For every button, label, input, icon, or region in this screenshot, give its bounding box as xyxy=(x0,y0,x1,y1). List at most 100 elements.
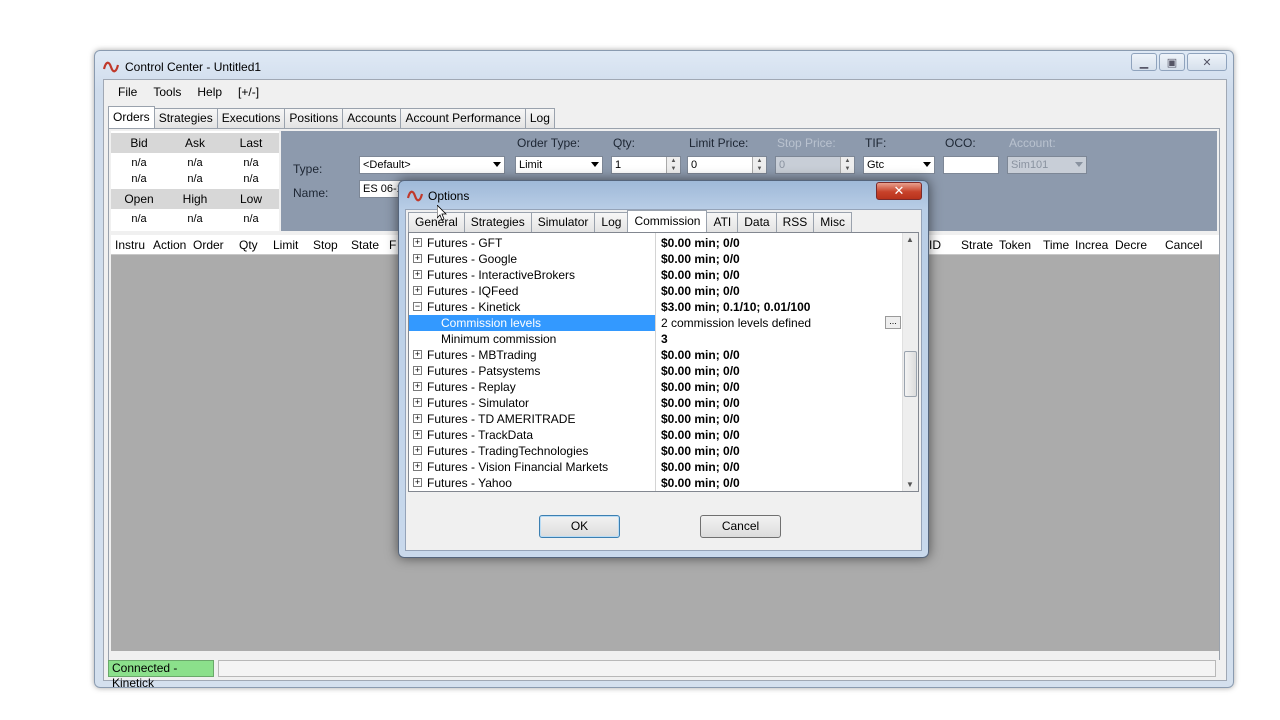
expand-icon[interactable]: + xyxy=(413,286,422,295)
commission-category-row[interactable]: Futures - Yahoo + $0.00 min; 0/0 xyxy=(409,475,903,491)
tab-misc[interactable]: Misc xyxy=(813,212,852,232)
property-value[interactable]: $0.00 min; 0/0 xyxy=(657,395,903,411)
menu-help[interactable]: Help xyxy=(189,85,230,99)
property-value[interactable]: $0.00 min; 0/0 xyxy=(657,363,903,379)
maximize-icon[interactable]: ▣ xyxy=(1159,53,1185,71)
commission-category-row[interactable]: Futures - Vision Financial Markets + $0.00… xyxy=(409,459,903,475)
property-row[interactable]: Commission levels 2 commission levels def… xyxy=(409,315,903,331)
collapse-icon[interactable]: − xyxy=(413,302,422,311)
vertical-scrollbar[interactable]: ▲ ▼ xyxy=(902,233,918,491)
col-stop[interactable]: Stop xyxy=(313,235,338,255)
commission-category-row[interactable]: Futures - MBTrading + $0.00 min; 0/0 xyxy=(409,347,903,363)
tab-accounts[interactable]: Accounts xyxy=(342,108,402,128)
tab-executions[interactable]: Executions xyxy=(216,108,286,128)
property-row[interactable]: Minimum commission 3 xyxy=(409,331,903,347)
menu-toggle[interactable]: [+/-] xyxy=(230,85,267,99)
minimize-icon[interactable]: ▁ xyxy=(1131,53,1157,71)
col-token[interactable]: Token xyxy=(999,235,1031,255)
tif-dropdown[interactable]: Gtc xyxy=(863,156,935,174)
property-value[interactable]: $0.00 min; 0/0 xyxy=(657,459,903,475)
col-qty[interactable]: Qty xyxy=(239,235,258,255)
tab-orders[interactable]: Orders xyxy=(108,106,155,128)
tab-strategies[interactable]: Strategies xyxy=(463,212,532,232)
commission-category-row[interactable]: Futures - GFT + $0.00 min; 0/0 xyxy=(409,235,903,251)
col-instrument[interactable]: Instru xyxy=(115,235,145,255)
commission-category-row[interactable]: Futures - TD AMERITRADE + $0.00 min; 0/0 xyxy=(409,411,903,427)
commission-category-row[interactable]: Futures - IQFeed + $0.00 min; 0/0 xyxy=(409,283,903,299)
tab-strategies[interactable]: Strategies xyxy=(153,108,218,128)
tab-data[interactable]: Data xyxy=(737,212,777,232)
expand-icon[interactable]: + xyxy=(413,430,422,439)
scrollbar-thumb[interactable] xyxy=(904,351,917,397)
property-value[interactable]: $0.00 min; 0/0 xyxy=(657,251,903,267)
scroll-down-icon[interactable]: ▼ xyxy=(906,480,914,489)
commission-category-row[interactable]: Futures - InteractiveBrokers + $0.00 min; … xyxy=(409,267,903,283)
expand-icon[interactable]: + xyxy=(413,446,422,455)
commission-category-row[interactable]: Futures - TradingTechnologies + $0.00 min;… xyxy=(409,443,903,459)
stop-price-stepper: 0 ▲ ▼ xyxy=(775,156,855,174)
property-value[interactable]: $0.00 min; 0/0 xyxy=(657,427,903,443)
close-icon[interactable]: ✕ xyxy=(876,182,922,200)
oco-field[interactable] xyxy=(943,156,999,174)
limit-price-stepper[interactable]: 0 ▲ ▼ xyxy=(687,156,767,174)
type-dropdown[interactable]: <Default> xyxy=(359,156,505,174)
property-value[interactable]: $0.00 min; 0/0 xyxy=(657,347,903,363)
spin-arrows-icon[interactable]: ▲ ▼ xyxy=(752,157,766,173)
col-filled[interactable]: F xyxy=(389,235,396,255)
tab-account-performance[interactable]: Account Performance xyxy=(400,108,526,128)
tab-log[interactable]: Log xyxy=(524,108,555,128)
tab-ati[interactable]: ATI xyxy=(706,212,739,232)
commission-category-row[interactable]: Futures - Kinetick − $3.00 min; 0.1/10; 0.… xyxy=(409,299,903,315)
property-value[interactable]: $0.00 min; 0/0 xyxy=(657,475,903,491)
col-strategy[interactable]: Strate xyxy=(961,235,993,255)
col-cancel[interactable]: Cancel xyxy=(1165,235,1202,255)
expand-icon[interactable]: + xyxy=(413,254,422,263)
commission-category-row[interactable]: Futures - Simulator + $0.00 min; 0/0 xyxy=(409,395,903,411)
expand-icon[interactable]: + xyxy=(413,238,422,247)
expand-icon[interactable]: + xyxy=(413,366,422,375)
ellipsis-button[interactable]: ... xyxy=(885,316,901,329)
menu-tools[interactable]: Tools xyxy=(145,85,189,99)
property-value[interactable]: 2 commission levels defined xyxy=(657,315,903,331)
ok-button[interactable]: OK xyxy=(539,515,620,538)
property-value[interactable]: $0.00 min; 0/0 xyxy=(657,379,903,395)
tab-commission[interactable]: Commission xyxy=(627,210,708,232)
expand-icon[interactable]: + xyxy=(413,270,422,279)
commission-category-row[interactable]: Futures - Google + $0.00 min; 0/0 xyxy=(409,251,903,267)
property-value[interactable]: $0.00 min; 0/0 xyxy=(657,283,903,299)
qty-stepper[interactable]: 1 ▲ ▼ xyxy=(611,156,681,174)
tab-rss[interactable]: RSS xyxy=(775,212,815,232)
menu-file[interactable]: File xyxy=(110,85,145,99)
col-order[interactable]: Order xyxy=(193,235,224,255)
col-id[interactable]: ID xyxy=(929,235,941,255)
property-value[interactable]: $0.00 min; 0/0 xyxy=(657,443,903,459)
commission-category-row[interactable]: Futures - Replay + $0.00 min; 0/0 xyxy=(409,379,903,395)
scroll-up-icon[interactable]: ▲ xyxy=(906,235,914,244)
property-value[interactable]: 3 xyxy=(657,331,903,347)
tab-log[interactable]: Log xyxy=(594,212,629,232)
col-increase[interactable]: Increa xyxy=(1075,235,1108,255)
property-value[interactable]: $0.00 min; 0/0 xyxy=(657,411,903,427)
expand-icon[interactable]: + xyxy=(413,398,422,407)
col-action[interactable]: Action xyxy=(153,235,186,255)
property-value[interactable]: $0.00 min; 0/0 xyxy=(657,235,903,251)
col-state[interactable]: State xyxy=(351,235,379,255)
property-value[interactable]: $3.00 min; 0.1/10; 0.01/100 xyxy=(657,299,903,315)
expand-icon[interactable]: + xyxy=(413,414,422,423)
expand-icon[interactable]: + xyxy=(413,382,422,391)
expand-icon[interactable]: + xyxy=(413,462,422,471)
close-icon[interactable]: ✕ xyxy=(1187,53,1227,71)
expand-icon[interactable]: + xyxy=(413,350,422,359)
order-type-dropdown[interactable]: Limit xyxy=(515,156,603,174)
commission-category-row[interactable]: Futures - TrackData + $0.00 min; 0/0 xyxy=(409,427,903,443)
col-decrease[interactable]: Decre xyxy=(1115,235,1147,255)
spin-arrows-icon[interactable]: ▲ ▼ xyxy=(666,157,680,173)
tab-positions[interactable]: Positions xyxy=(284,108,344,128)
tab-simulator[interactable]: Simulator xyxy=(530,212,596,232)
commission-category-row[interactable]: Futures - Patsystems + $0.00 min; 0/0 xyxy=(409,363,903,379)
col-limit[interactable]: Limit xyxy=(273,235,298,255)
col-time[interactable]: Time xyxy=(1043,235,1069,255)
property-value[interactable]: $0.00 min; 0/0 xyxy=(657,267,903,283)
expand-icon[interactable]: + xyxy=(413,478,422,487)
cancel-button[interactable]: Cancel xyxy=(700,515,781,538)
